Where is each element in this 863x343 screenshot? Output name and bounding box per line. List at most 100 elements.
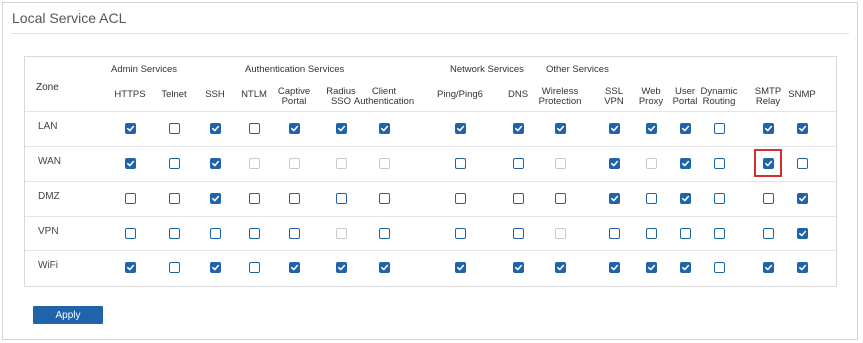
checkbox-dmz-captive-portal[interactable] — [288, 192, 300, 204]
checkbox-vpn-dynamic-routing[interactable] — [713, 227, 725, 239]
checkbox-wifi-telnet[interactable] — [168, 261, 180, 273]
checkbox-vpn-snmp[interactable] — [796, 227, 808, 239]
row-divider — [25, 146, 836, 147]
checkbox-wan-ssl-vpn[interactable] — [608, 157, 620, 169]
checkbox-vpn-dns[interactable] — [512, 227, 524, 239]
zone-label-vpn: VPN — [38, 226, 59, 237]
checkbox-wan-dns[interactable] — [512, 157, 524, 169]
column-header-snmp: SNMP — [762, 90, 842, 100]
zone-label-dmz: DMZ — [38, 191, 60, 202]
panel-title: Local Service ACL — [12, 10, 127, 26]
checkbox-vpn-ssh[interactable] — [209, 227, 221, 239]
checkbox-vpn-user-portal[interactable] — [679, 227, 691, 239]
checkbox-wifi-radius-sso[interactable] — [335, 261, 347, 273]
checkbox-wifi-wireless-protection[interactable] — [554, 261, 566, 273]
checkbox-wifi-smtp-relay[interactable] — [762, 261, 774, 273]
checkbox-dmz-client-authentication[interactable] — [378, 192, 390, 204]
checkbox-dmz-wireless-protection[interactable] — [554, 192, 566, 204]
checkbox-dmz-dynamic-routing[interactable] — [713, 192, 725, 204]
checkbox-wan-user-portal[interactable] — [679, 157, 691, 169]
checkbox-wan-radius-sso — [335, 157, 347, 169]
checkbox-lan-telnet[interactable] — [168, 122, 180, 134]
checkbox-wifi-ssl-vpn[interactable] — [608, 261, 620, 273]
checkbox-wifi-dynamic-routing[interactable] — [713, 261, 725, 273]
group-header-network-services: Network Services — [450, 64, 524, 75]
checkbox-dmz-dns[interactable] — [512, 192, 524, 204]
checkbox-wifi-ping-ping6[interactable] — [454, 261, 466, 273]
checkbox-lan-radius-sso[interactable] — [335, 122, 347, 134]
checkbox-wan-web-proxy — [645, 157, 657, 169]
checkbox-vpn-web-proxy[interactable] — [645, 227, 657, 239]
checkbox-vpn-wireless-protection — [554, 227, 566, 239]
checkbox-dmz-snmp[interactable] — [796, 192, 808, 204]
checkbox-lan-ping-ping6[interactable] — [454, 122, 466, 134]
checkbox-wifi-ssh[interactable] — [209, 261, 221, 273]
checkbox-lan-client-authentication[interactable] — [378, 122, 390, 134]
checkbox-vpn-ntlm[interactable] — [248, 227, 260, 239]
checkbox-vpn-https[interactable] — [124, 227, 136, 239]
checkbox-dmz-user-portal[interactable] — [679, 192, 691, 204]
group-header-authentication-services: Authentication Services — [245, 64, 345, 75]
checkbox-wan-snmp[interactable] — [796, 157, 808, 169]
checkbox-wifi-dns[interactable] — [512, 261, 524, 273]
checkbox-vpn-ssl-vpn[interactable] — [608, 227, 620, 239]
row-divider — [25, 111, 836, 112]
checkbox-wifi-client-authentication[interactable] — [378, 261, 390, 273]
checkbox-vpn-captive-portal[interactable] — [288, 227, 300, 239]
column-header-client-authentication: Client Authentication — [344, 87, 424, 107]
zone-column-header: Zone — [36, 82, 59, 93]
checkbox-wan-telnet[interactable] — [168, 157, 180, 169]
checkbox-wan-captive-portal — [288, 157, 300, 169]
checkbox-lan-dns[interactable] — [512, 122, 524, 134]
checkbox-lan-https[interactable] — [124, 122, 136, 134]
checkbox-dmz-ntlm[interactable] — [248, 192, 260, 204]
checkbox-lan-ssh[interactable] — [209, 122, 221, 134]
checkbox-wifi-web-proxy[interactable] — [645, 261, 657, 273]
checkbox-wan-client-authentication — [378, 157, 390, 169]
checkbox-wan-ssh[interactable] — [209, 157, 221, 169]
checkbox-dmz-smtp-relay[interactable] — [762, 192, 774, 204]
row-divider — [25, 250, 836, 251]
checkbox-wifi-snmp[interactable] — [796, 261, 808, 273]
column-header-line: Authentication — [353, 96, 415, 107]
checkbox-wifi-ntlm[interactable] — [248, 261, 260, 273]
checkbox-vpn-radius-sso — [335, 227, 347, 239]
checkbox-dmz-ssh[interactable] — [209, 192, 221, 204]
checkbox-vpn-telnet[interactable] — [168, 227, 180, 239]
checkbox-lan-captive-portal[interactable] — [288, 122, 300, 134]
checkbox-wan-wireless-protection — [554, 157, 566, 169]
checkbox-lan-dynamic-routing[interactable] — [713, 122, 725, 134]
checkbox-wan-ntlm — [248, 157, 260, 169]
column-header-line: SNMP — [788, 89, 816, 100]
checkbox-wifi-user-portal[interactable] — [679, 261, 691, 273]
checkbox-wan-https[interactable] — [124, 157, 136, 169]
checkbox-lan-web-proxy[interactable] — [645, 122, 657, 134]
checkbox-lan-snmp[interactable] — [796, 122, 808, 134]
zone-label-lan: LAN — [38, 121, 58, 132]
checkbox-dmz-web-proxy[interactable] — [645, 192, 657, 204]
checkbox-vpn-client-authentication[interactable] — [378, 227, 390, 239]
row-divider — [25, 216, 836, 217]
zone-label-wifi: WiFi — [38, 260, 58, 271]
checkbox-lan-ssl-vpn[interactable] — [608, 122, 620, 134]
checkbox-dmz-https[interactable] — [124, 192, 136, 204]
group-header-other-services: Other Services — [546, 64, 609, 75]
checkbox-wifi-https[interactable] — [124, 261, 136, 273]
checkbox-wifi-captive-portal[interactable] — [288, 261, 300, 273]
checkbox-dmz-telnet[interactable] — [168, 192, 180, 204]
checkbox-wan-ping-ping6[interactable] — [454, 157, 466, 169]
checkbox-vpn-ping-ping6[interactable] — [454, 227, 466, 239]
checkbox-dmz-ssl-vpn[interactable] — [608, 192, 620, 204]
row-divider — [25, 181, 836, 182]
checkbox-lan-wireless-protection[interactable] — [554, 122, 566, 134]
highlight-box — [754, 149, 782, 177]
group-header-admin-services: Admin Services — [111, 64, 177, 75]
checkbox-lan-smtp-relay[interactable] — [762, 122, 774, 134]
checkbox-dmz-radius-sso[interactable] — [335, 192, 347, 204]
apply-button[interactable]: Apply — [33, 306, 103, 324]
checkbox-vpn-smtp-relay[interactable] — [762, 227, 774, 239]
checkbox-lan-user-portal[interactable] — [679, 122, 691, 134]
checkbox-wan-dynamic-routing[interactable] — [713, 157, 725, 169]
checkbox-dmz-ping-ping6[interactable] — [454, 192, 466, 204]
checkbox-lan-ntlm[interactable] — [248, 122, 260, 134]
